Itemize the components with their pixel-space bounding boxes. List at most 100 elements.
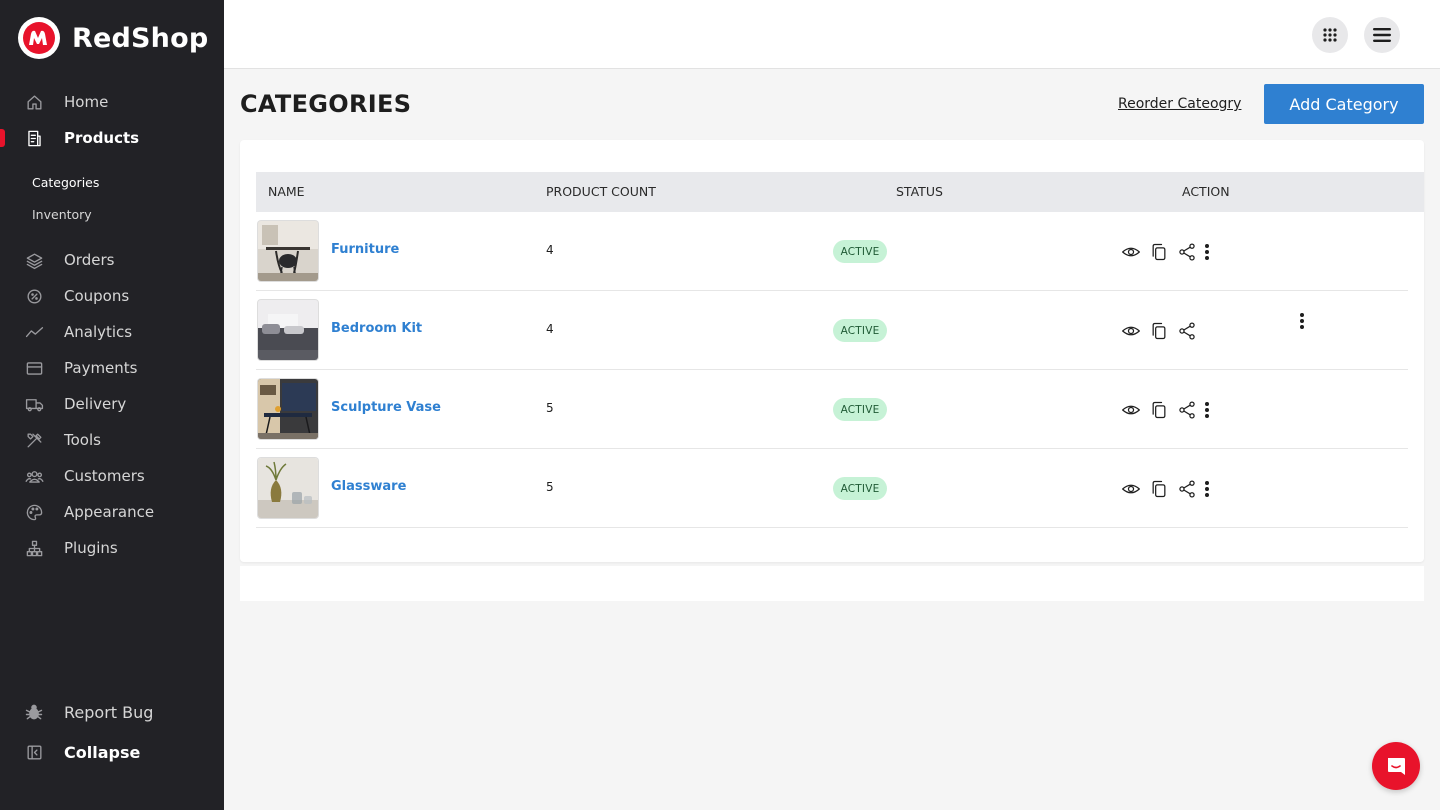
view-icon[interactable]	[1120, 399, 1142, 421]
category-name-link[interactable]: Sculpture Vase	[331, 400, 441, 415]
sidebar-item-orders[interactable]: Orders	[0, 242, 224, 278]
truck-icon	[24, 394, 44, 414]
sidebar-item-customers[interactable]: Customers	[0, 458, 224, 494]
share-icon[interactable]	[1176, 241, 1198, 263]
page-title: CATEGORIES	[240, 90, 412, 118]
collapse-button[interactable]: Collapse	[0, 732, 224, 772]
duplicate-icon[interactable]	[1148, 320, 1170, 342]
sidebar-item-label: Products	[64, 129, 140, 147]
sidebar-item-tools[interactable]: Tools	[0, 422, 224, 458]
sidebar-item-label: Appearance	[64, 503, 155, 521]
row-actions	[1120, 477, 1210, 501]
product-count: 4	[546, 243, 554, 257]
sidebar-item-coupons[interactable]: Coupons	[0, 278, 224, 314]
view-icon[interactable]	[1120, 241, 1142, 263]
top-bar	[224, 0, 1440, 69]
product-count: 5	[546, 480, 554, 494]
categories-table-card: NAME PRODUCT COUNT STATUS ACTION Furnitu…	[240, 140, 1424, 562]
pagination-area	[240, 566, 1424, 601]
sidebar-subitem-inventory[interactable]: Inventory	[0, 198, 224, 230]
card-icon	[24, 358, 44, 378]
status-badge: ACTIVE	[833, 319, 887, 342]
sidebar-item-label: Plugins	[64, 539, 118, 557]
column-header-status[interactable]: STATUS	[896, 184, 943, 199]
sidebar-item-delivery[interactable]: Delivery	[0, 386, 224, 422]
sidebar-item-analytics[interactable]: Analytics	[0, 314, 224, 350]
view-icon[interactable]	[1120, 478, 1142, 500]
sidebar-item-plugins[interactable]: Plugins	[0, 530, 224, 566]
table-row[interactable]: Furniture 4 ACTIVE	[256, 212, 1408, 291]
sidebar-item-label: Delivery	[64, 395, 127, 413]
product-count: 5	[546, 401, 554, 415]
category-thumbnail	[258, 221, 318, 281]
analytics-icon	[24, 322, 44, 342]
brand-name: RedShop	[72, 22, 209, 54]
report-bug-button[interactable]: Report Bug	[0, 692, 224, 732]
table-row[interactable]: Bedroom Kit 4 ACTIVE	[256, 291, 1408, 370]
chat-launcher-button[interactable]	[1372, 742, 1420, 790]
sidebar: RedShop Home Products Categories Invento…	[0, 0, 224, 810]
more-options-icon[interactable]	[1204, 400, 1210, 420]
sidebar-item-label: Payments	[64, 359, 138, 377]
users-icon	[24, 466, 44, 486]
sidebar-item-label: Orders	[64, 251, 115, 269]
more-options-icon[interactable]	[1299, 311, 1305, 331]
duplicate-icon[interactable]	[1148, 478, 1170, 500]
table-header: NAME PRODUCT COUNT STATUS ACTION	[256, 172, 1424, 212]
sidebar-subitem-categories[interactable]: Categories	[0, 166, 224, 198]
tools-icon	[24, 430, 44, 450]
category-name-link[interactable]: Furniture	[331, 242, 399, 257]
apps-grid-button[interactable]	[1312, 17, 1348, 53]
row-actions	[1120, 319, 1204, 343]
sidebar-nav: Home Products Categories Inventory Order…	[0, 84, 224, 566]
sidebar-item-label: Customers	[64, 467, 145, 485]
status-badge: ACTIVE	[833, 240, 887, 263]
sidebar-item-label: Tools	[64, 431, 101, 449]
share-icon[interactable]	[1176, 320, 1198, 342]
collapse-icon	[24, 742, 44, 762]
palette-icon	[24, 502, 44, 522]
chat-icon	[1388, 758, 1405, 775]
sidebar-item-appearance[interactable]: Appearance	[0, 494, 224, 530]
brand-logo[interactable]: RedShop	[18, 16, 208, 60]
category-thumbnail	[258, 458, 318, 518]
sidebar-bottom: Report Bug Collapse	[0, 692, 224, 772]
status-badge: ACTIVE	[833, 398, 887, 421]
more-options-icon[interactable]	[1204, 479, 1210, 499]
category-name-link[interactable]: Glassware	[331, 479, 406, 494]
column-header-name[interactable]: NAME	[268, 184, 305, 199]
sidebar-item-products[interactable]: Products	[0, 120, 224, 156]
row-actions	[1120, 398, 1210, 422]
column-header-action: ACTION	[1182, 184, 1230, 199]
reorder-category-link[interactable]: Reorder Cateogry	[1118, 96, 1241, 112]
redshop-logo-icon	[18, 17, 60, 59]
share-icon[interactable]	[1176, 478, 1198, 500]
status-badge: ACTIVE	[833, 477, 887, 500]
products-subnav: Categories Inventory	[0, 156, 224, 242]
duplicate-icon[interactable]	[1148, 241, 1170, 263]
collapse-label: Collapse	[64, 742, 141, 762]
products-icon	[24, 128, 44, 148]
bug-icon	[24, 702, 44, 722]
hamburger-icon	[1373, 28, 1391, 42]
row-actions	[1120, 240, 1210, 264]
share-icon[interactable]	[1176, 399, 1198, 421]
sidebar-item-payments[interactable]: Payments	[0, 350, 224, 386]
table-row[interactable]: Glassware 5 ACTIVE	[256, 449, 1408, 528]
add-category-button[interactable]: Add Category	[1264, 84, 1424, 124]
sidebar-item-home[interactable]: Home	[0, 84, 224, 120]
sidebar-item-label: Home	[64, 93, 109, 111]
sidebar-item-label: Analytics	[64, 323, 133, 341]
category-name-link[interactable]: Bedroom Kit	[331, 321, 422, 336]
home-icon	[24, 92, 44, 112]
more-options-icon[interactable]	[1204, 242, 1210, 262]
column-header-product-count[interactable]: PRODUCT COUNT	[546, 184, 656, 199]
category-thumbnail	[258, 379, 318, 439]
view-icon[interactable]	[1120, 320, 1142, 342]
report-bug-label: Report Bug	[64, 702, 154, 722]
menu-button[interactable]	[1364, 17, 1400, 53]
grid-icon	[1323, 28, 1337, 42]
sitemap-icon	[24, 538, 44, 558]
duplicate-icon[interactable]	[1148, 399, 1170, 421]
table-row[interactable]: Sculpture Vase 5 ACTIVE	[256, 370, 1408, 449]
